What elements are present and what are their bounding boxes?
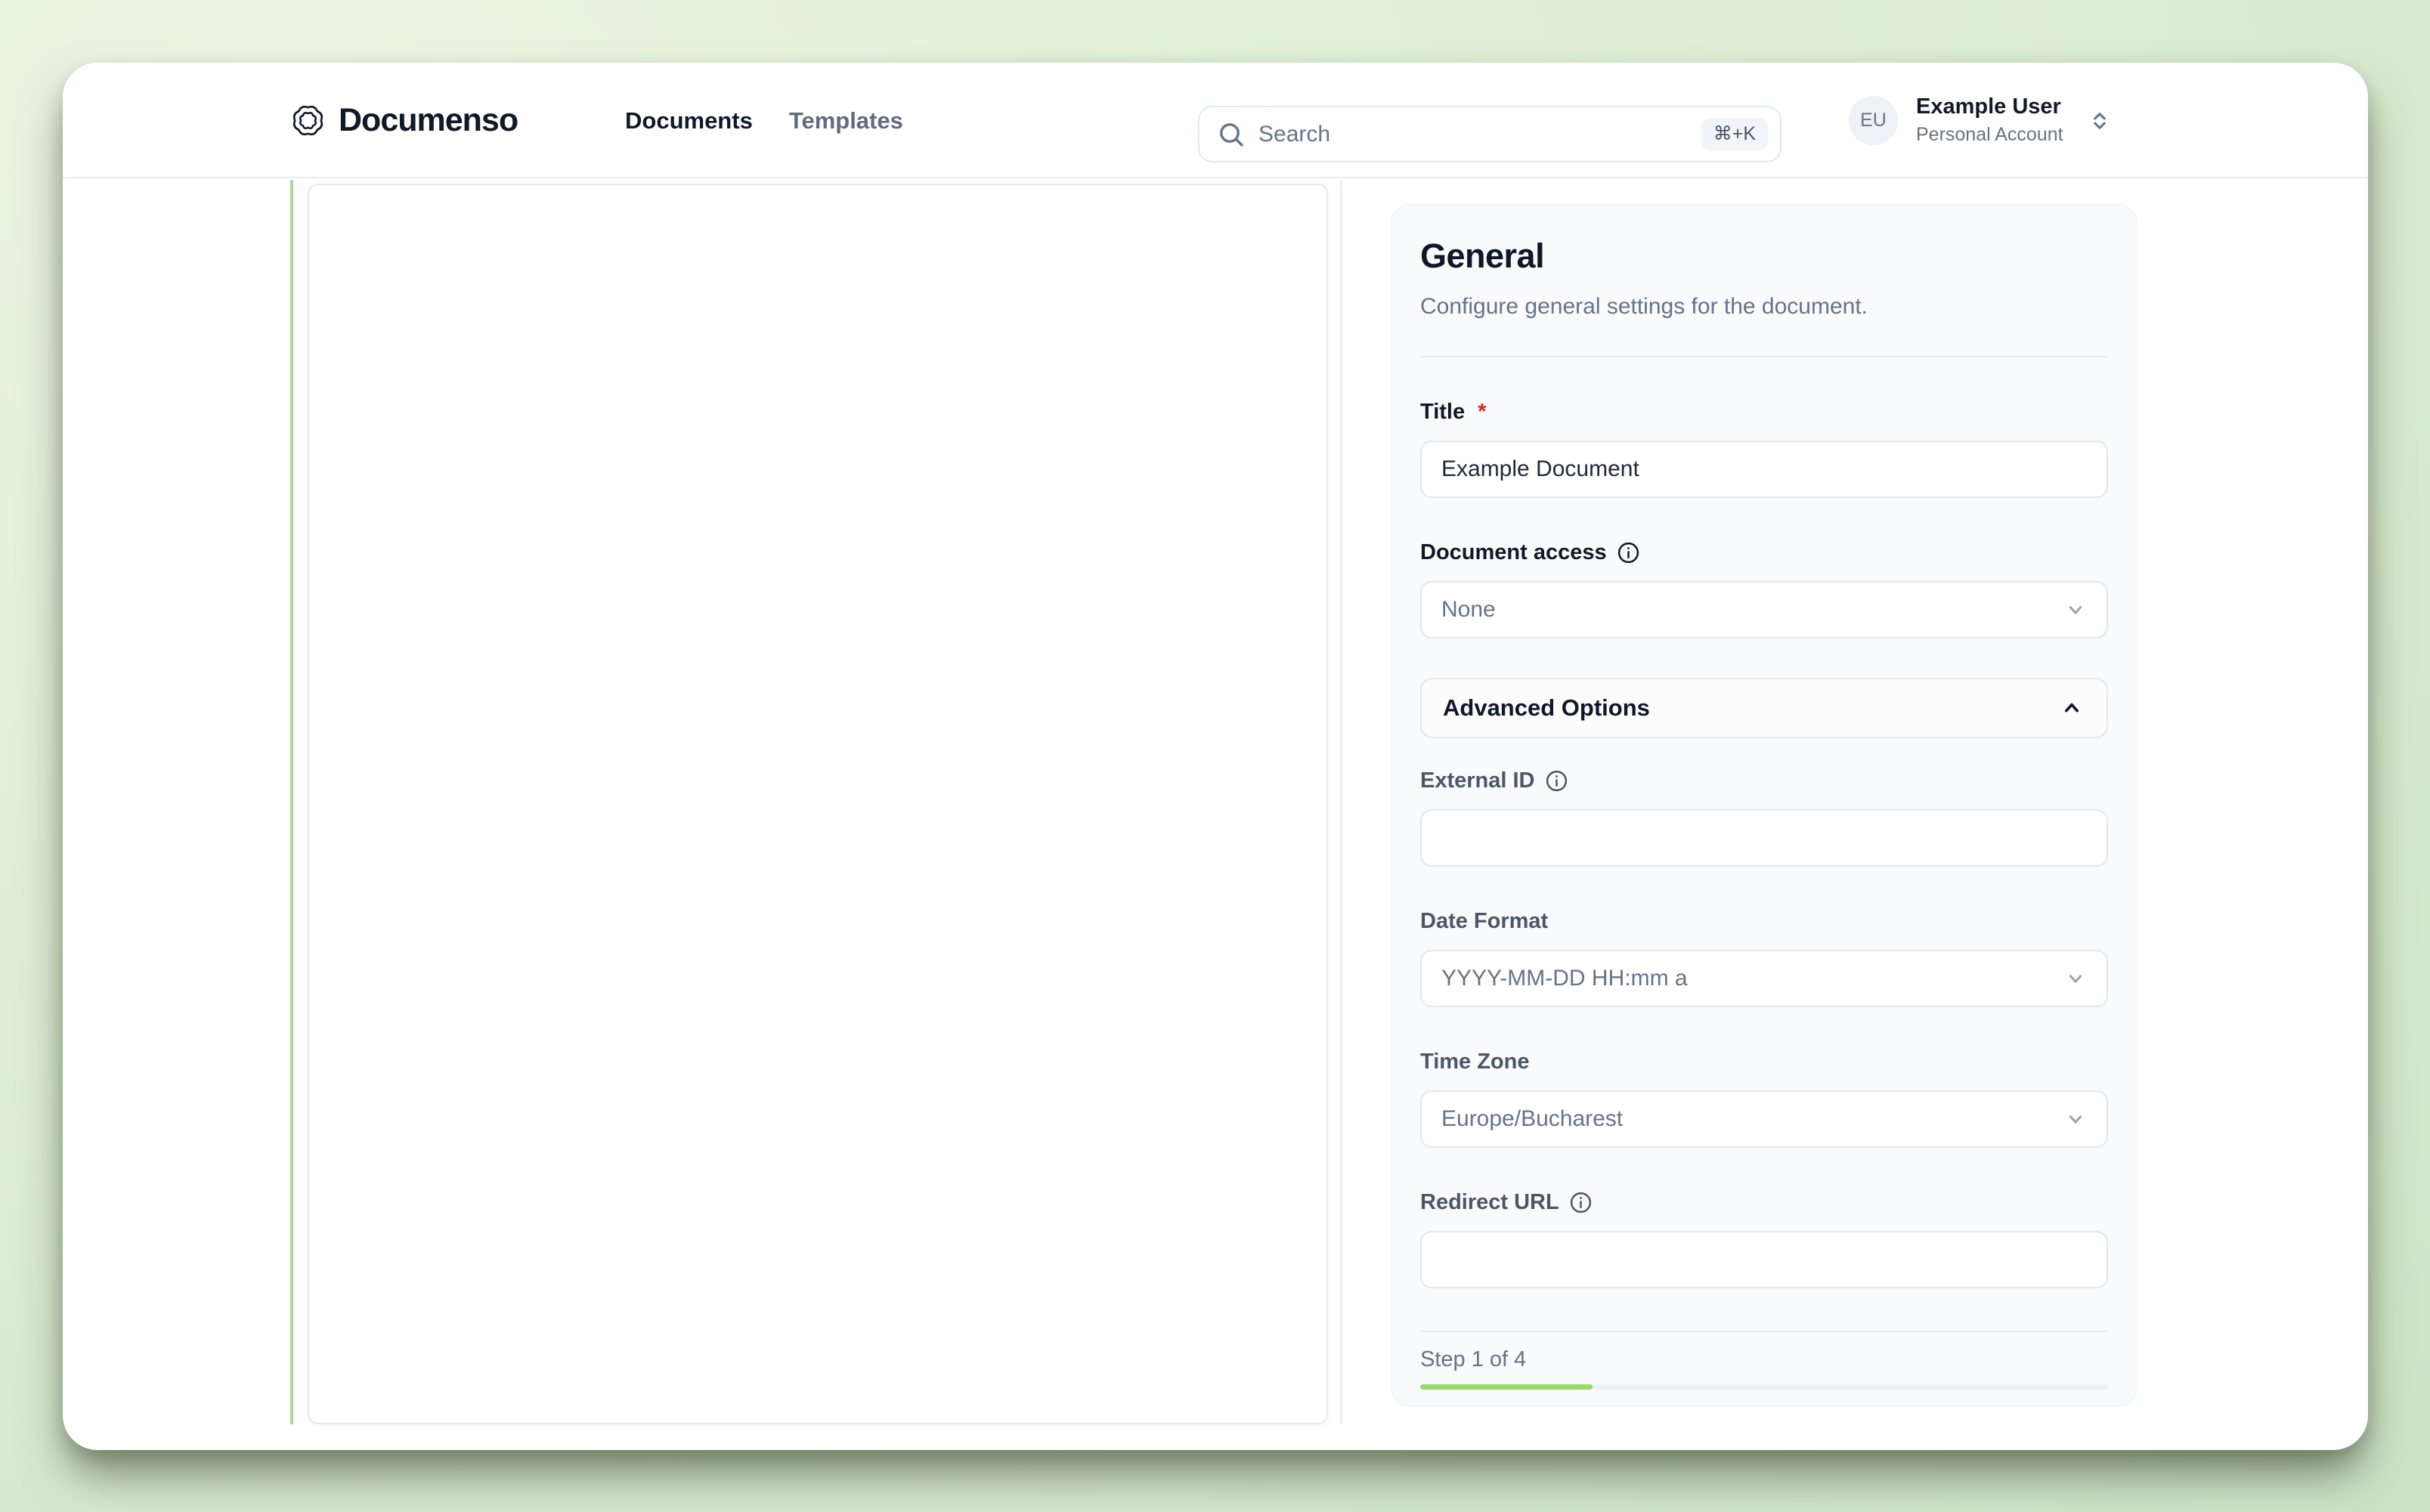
document-access-select[interactable]: None (1420, 581, 2108, 639)
required-marker: * (1478, 400, 1486, 425)
step-footer: Step 1 of 4 (1420, 1331, 2108, 1406)
app-window: Documenso Documents Templates ⌘+K EU Exa… (63, 63, 2368, 1450)
user-names: Example User Personal Account (1916, 94, 2063, 147)
time-zone-label: Time Zone (1420, 1050, 2108, 1074)
date-format-select[interactable]: YYYY-MM-DD HH:mm a (1420, 950, 2108, 1007)
advanced-options-toggle[interactable]: Advanced Options (1420, 678, 2108, 738)
chevron-down-icon (2064, 1108, 2087, 1130)
chevron-down-icon (2064, 598, 2087, 621)
search-input[interactable] (1258, 122, 1701, 147)
redirect-url-label: Redirect URL (1420, 1190, 2108, 1215)
search-bar[interactable]: ⌘+K (1198, 106, 1781, 162)
info-icon[interactable] (1569, 1191, 1593, 1214)
step-indicator: Step 1 of 4 (1420, 1347, 2108, 1372)
user-menu[interactable]: EU Example User Personal Account (1849, 63, 2110, 178)
document-page (308, 184, 1328, 1424)
date-format-label: Date Format (1420, 909, 2108, 934)
panel-divider (1420, 356, 2108, 357)
viewer-accent-line (290, 180, 293, 1424)
progress-bar (1420, 1384, 2108, 1390)
progress-fill (1420, 1384, 1593, 1390)
user-account-type: Personal Account (1916, 122, 2063, 147)
brand[interactable]: Documenso (292, 63, 518, 178)
settings-panel: General Configure general settings for t… (1391, 204, 2137, 1407)
chevrons-up-down-icon (2089, 109, 2110, 133)
keyboard-shortcut-badge: ⌘+K (1701, 118, 1768, 150)
chevron-up-icon (2060, 696, 2084, 720)
panel-title: General (1420, 237, 2108, 276)
external-id-input[interactable] (1420, 809, 2108, 867)
info-icon[interactable] (1617, 541, 1640, 564)
redirect-url-input[interactable] (1420, 1231, 2108, 1288)
nav-documents[interactable]: Documents (625, 107, 753, 135)
documenso-logo-icon (292, 104, 324, 137)
title-label: Title* (1420, 400, 2108, 425)
info-icon[interactable] (1545, 769, 1568, 793)
chevron-down-icon (2064, 967, 2087, 990)
time-zone-select[interactable]: Europe/Bucharest (1420, 1090, 2108, 1148)
top-navigation: Documenso Documents Templates ⌘+K EU Exa… (63, 63, 2368, 178)
brand-name: Documenso (339, 102, 518, 139)
search-icon (1218, 121, 1245, 148)
panel-subtitle: Configure general settings for the docum… (1420, 294, 2108, 320)
document-access-label: Document access (1420, 540, 2108, 565)
title-input[interactable] (1420, 441, 2108, 498)
avatar: EU (1849, 96, 1898, 145)
nav-templates[interactable]: Templates (789, 107, 903, 135)
content-divider (1340, 180, 1342, 1424)
main-nav: Documents Templates (625, 63, 903, 178)
external-id-label: External ID (1420, 768, 2108, 793)
user-name: Example User (1916, 94, 2063, 120)
